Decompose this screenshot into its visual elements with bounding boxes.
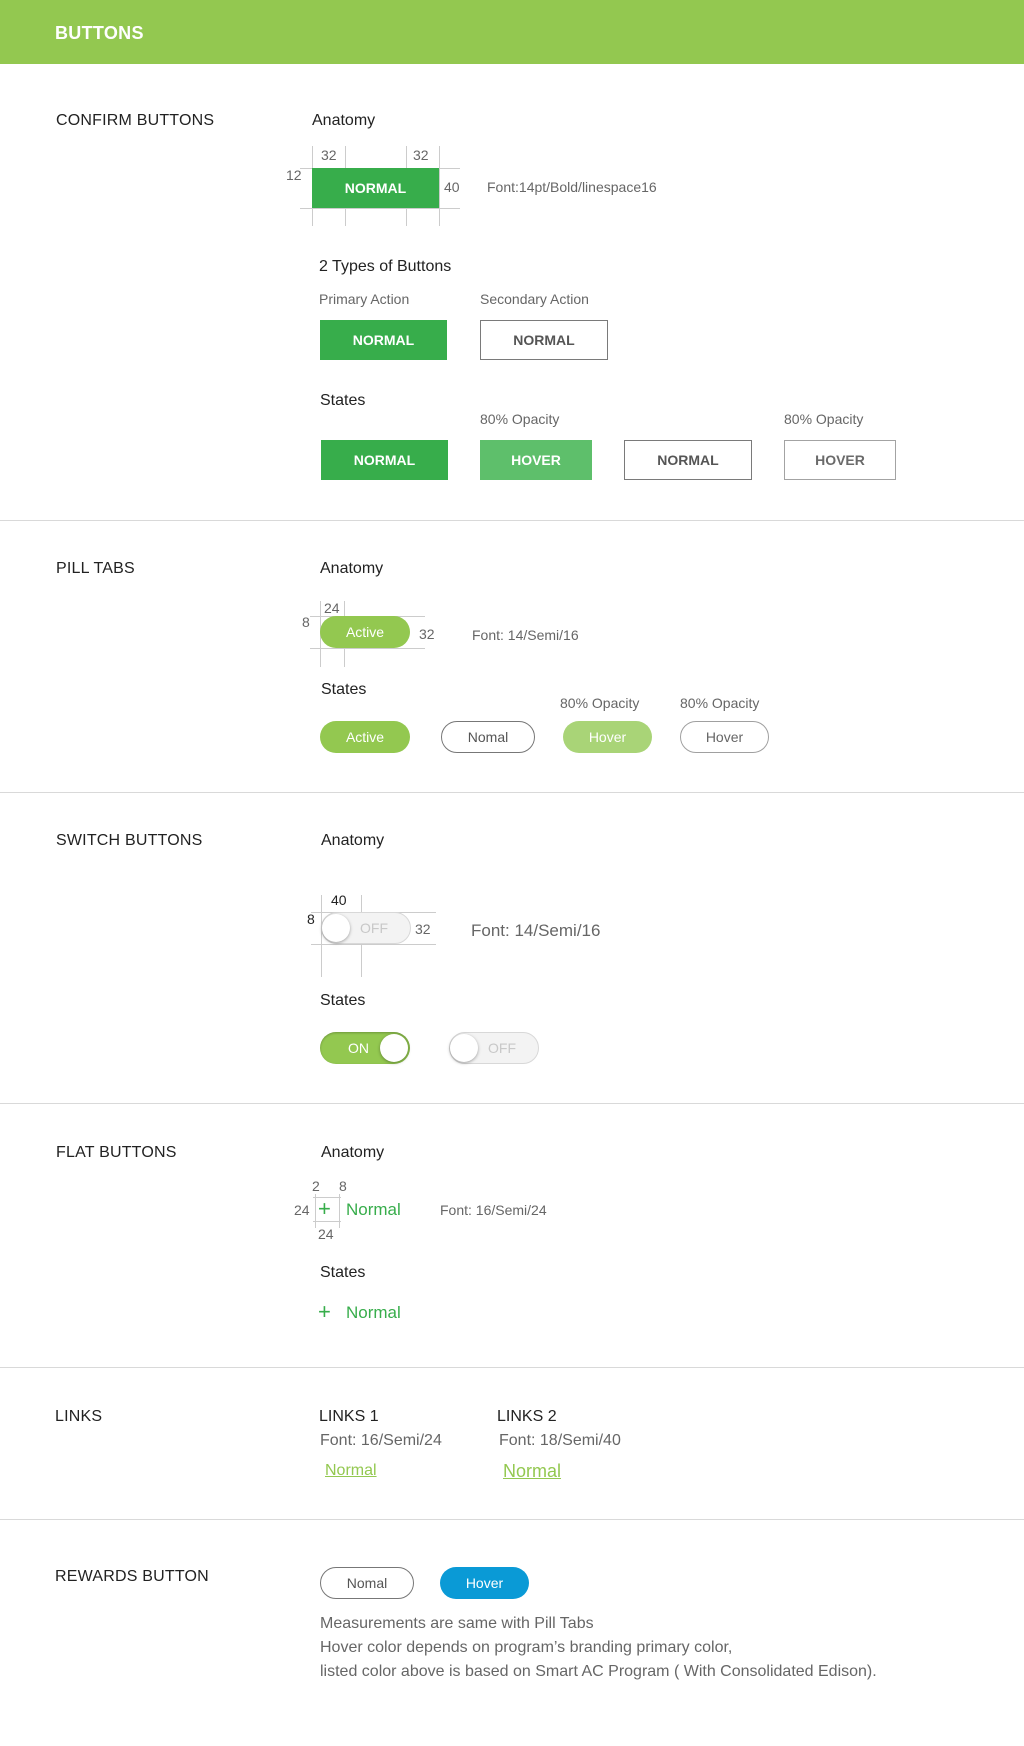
section-switch-buttons: SWITCH BUTTONS — [56, 832, 203, 849]
state-hover-primary-button[interactable]: HOVER — [480, 440, 592, 480]
rewards-note-3: listed color above is based on Smart AC … — [320, 1663, 877, 1680]
opacity-label: 80% Opacity — [560, 695, 640, 711]
dim-padding: 8 — [302, 614, 310, 630]
dim-icon-width: 24 — [294, 1202, 310, 1218]
flat-states-title: States — [320, 1264, 366, 1281]
section-divider — [0, 1103, 1024, 1104]
pill-states-title: States — [321, 681, 367, 698]
page-title: BUTTONS — [55, 23, 144, 43]
secondary-action-label: Secondary Action — [480, 291, 589, 307]
section-confirm-buttons: CONFIRM BUTTONS — [56, 112, 215, 129]
primary-action-label: Primary Action — [319, 291, 410, 307]
switch-knob — [450, 1034, 478, 1062]
links1-title: LINKS 1 — [319, 1408, 379, 1425]
rewards-note-2: Hover color depends on program’s brandin… — [320, 1639, 733, 1656]
switch-font-note: Font: 14/Semi/16 — [471, 921, 601, 940]
dim-padding: 8 — [307, 911, 315, 927]
guide-line — [310, 648, 425, 649]
guide-line — [311, 944, 436, 945]
links2-title: LINKS 2 — [497, 1408, 557, 1425]
confirm-anatomy-title: Anatomy — [312, 112, 376, 129]
dim-height: 32 — [415, 921, 431, 937]
guide-line — [339, 1194, 340, 1228]
rewards-note-1: Measurements are same with Pill Tabs — [320, 1615, 594, 1632]
dim-right-padding: 32 — [413, 147, 429, 163]
dim-gap: 2 — [312, 1178, 320, 1194]
switch-on[interactable]: ON — [320, 1032, 410, 1064]
flat-button-normal[interactable]: Normal — [346, 1303, 401, 1323]
plus-icon: + — [318, 1196, 331, 1221]
pill-tab-hover-outline[interactable]: Hover — [680, 721, 769, 753]
opacity-label: 80% Opacity — [480, 411, 560, 427]
header-bar — [0, 0, 1024, 64]
dim-icon-height: 24 — [318, 1226, 334, 1242]
opacity-label: 80% Opacity — [784, 411, 864, 427]
state-hover-secondary-button[interactable]: HOVER — [784, 440, 896, 480]
switch-off[interactable]: OFF — [449, 1032, 539, 1064]
anatomy-switch-off[interactable]: OFF — [321, 912, 411, 944]
opacity-label: 80% Opacity — [680, 695, 760, 711]
secondary-normal-button[interactable]: NORMAL — [480, 320, 608, 360]
pill-tab-normal[interactable]: Nomal — [441, 721, 535, 753]
switch-off-label: OFF — [488, 1040, 516, 1056]
primary-normal-button[interactable]: NORMAL — [320, 320, 447, 360]
link-2-normal[interactable]: Normal — [503, 1461, 561, 1482]
guide-line — [439, 146, 440, 226]
section-flat-buttons: FLAT BUTTONS — [56, 1144, 177, 1161]
confirm-states-title: States — [320, 392, 366, 409]
pill-tab-active[interactable]: Active — [320, 721, 410, 753]
dim-spacing: 8 — [339, 1178, 347, 1194]
section-pill-tabs: PILL TABS — [56, 560, 135, 577]
switch-knob — [380, 1034, 408, 1062]
switch-anatomy-title: Anatomy — [321, 832, 385, 849]
guide-line — [321, 895, 322, 977]
pill-tab-hover[interactable]: Hover — [563, 721, 652, 753]
dim-height: 40 — [444, 179, 460, 195]
switch-states-title: States — [320, 992, 366, 1009]
guide-line — [313, 1221, 341, 1222]
links2-font-note: Font: 18/Semi/40 — [499, 1432, 621, 1449]
links1-font-note: Font: 16/Semi/24 — [320, 1432, 442, 1449]
switch-off-label: OFF — [360, 920, 388, 936]
switch-knob — [322, 914, 350, 942]
confirm-font-note: Font:14pt/Bold/linespace16 — [487, 179, 657, 195]
guide-line — [300, 208, 460, 209]
rewards-button-normal[interactable]: Nomal — [320, 1567, 414, 1599]
anatomy-normal-button[interactable]: NORMAL — [312, 168, 439, 208]
section-divider — [0, 1367, 1024, 1368]
section-links: LINKS — [55, 1408, 103, 1425]
state-normal-primary-button[interactable]: NORMAL — [321, 440, 448, 480]
dim-width: 24 — [324, 600, 340, 616]
plus-icon: + — [318, 1299, 331, 1324]
pill-anatomy-title: Anatomy — [320, 560, 384, 577]
dim-top-padding: 12 — [286, 167, 302, 183]
flat-font-note: Font: 16/Semi/24 — [440, 1202, 547, 1218]
state-normal-secondary-button[interactable]: NORMAL — [624, 440, 752, 480]
switch-on-label: ON — [348, 1040, 369, 1056]
types-title: 2 Types of Buttons — [319, 258, 452, 275]
guide-line — [315, 1194, 316, 1228]
section-divider — [0, 792, 1024, 793]
anatomy-active-pill[interactable]: Active — [320, 616, 410, 648]
section-rewards-button: REWARDS BUTTON — [55, 1568, 209, 1585]
dim-height: 32 — [419, 626, 435, 642]
dim-width: 40 — [331, 892, 347, 908]
flat-anatomy-title: Anatomy — [321, 1144, 385, 1161]
rewards-button-hover[interactable]: Hover — [440, 1567, 529, 1599]
section-divider — [0, 1519, 1024, 1520]
dim-left-padding: 32 — [321, 147, 337, 163]
anatomy-flat-button-label[interactable]: Normal — [346, 1200, 401, 1220]
pill-font-note: Font: 14/Semi/16 — [472, 627, 579, 643]
section-divider — [0, 520, 1024, 521]
link-1-normal[interactable]: Normal — [325, 1462, 377, 1480]
